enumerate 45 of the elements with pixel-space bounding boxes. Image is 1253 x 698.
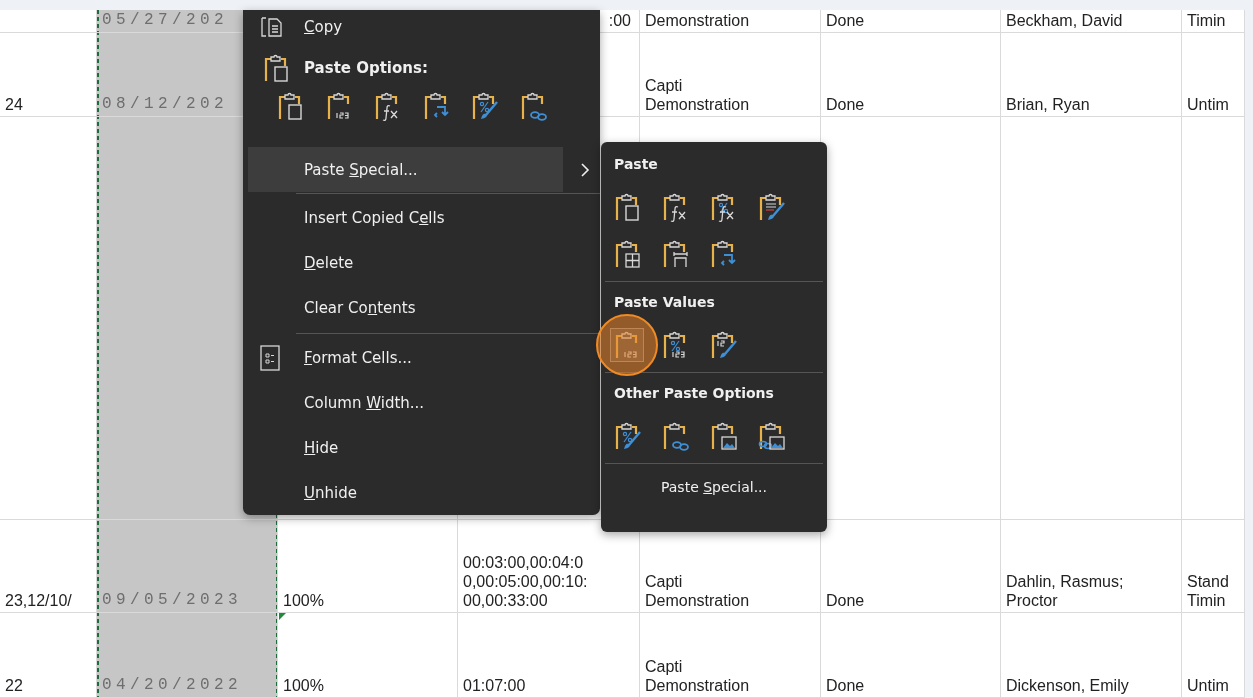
menu-item[interactable]: Copy	[304, 18, 343, 36]
menu-item[interactable]: Clear Contents	[304, 298, 416, 317]
cell-text: 100%	[283, 676, 324, 695]
cell-text: Beckham, David	[1006, 11, 1123, 30]
cell-text: 24	[5, 95, 23, 114]
date-text: 08/12/202	[102, 95, 228, 114]
submenu-heading: Other Paste Options	[613, 385, 775, 403]
cell-text: Timin	[1187, 11, 1226, 30]
cell-text: Untim	[1187, 95, 1229, 114]
cell-text: Capti Demonstration	[645, 657, 751, 695]
cell-text: 01:07:00	[463, 676, 526, 695]
date-text: 04/20/2022	[102, 676, 242, 695]
menu-item[interactable]: Insert Copied Cells	[304, 208, 445, 227]
cell-text: 23,12/10/	[5, 591, 72, 610]
cell-text: Stand Timin	[1187, 572, 1230, 610]
cell-text: Dickenson, Emily	[1006, 676, 1129, 695]
menu-item[interactable]: Paste Special...	[304, 160, 418, 179]
cell-text: Capti Demonstration	[645, 572, 751, 610]
cell-text: Dahlin, Rasmus; Proctor	[1006, 572, 1125, 610]
chevron-right-icon	[580, 162, 590, 177]
cell-text: Done	[826, 95, 865, 114]
cell-text: Untim	[1187, 676, 1229, 695]
menu-item[interactable]: Format Cells...	[304, 348, 412, 367]
cell-text: Done	[826, 676, 865, 695]
cell-text: Brian, Ryan	[1006, 95, 1090, 114]
menu-item[interactable]: Column Width...	[304, 393, 425, 412]
cell-text: Demonstration	[645, 11, 750, 30]
cell-text: Done	[826, 591, 865, 610]
cell-text: Done	[826, 11, 865, 30]
cell-text: 00:03:00,00:04:00,00:05:00,00:10:00,00:33:00	[463, 553, 589, 610]
menu-item[interactable]: Unhide	[304, 483, 357, 502]
cell-text: Capti Demonstration	[645, 76, 751, 114]
cell-text: :00	[608, 11, 631, 30]
paste-special-link[interactable]: Paste Special...	[654, 476, 773, 498]
menu-item[interactable]: Delete	[304, 253, 354, 272]
cell-text: 100%	[283, 591, 324, 610]
cell-text: 22	[5, 676, 23, 695]
submenu-heading: Paste	[613, 156, 659, 174]
clipboard-numbers-icon[interactable]	[610, 328, 644, 362]
menu-item[interactable]: Hide	[304, 438, 339, 457]
menu-heading: Paste Options:	[304, 59, 428, 77]
date-text: 09/05/2023	[102, 591, 242, 610]
date-text: 05/27/202	[102, 11, 228, 30]
submenu-heading: Paste Values	[613, 294, 716, 312]
format-cells-icon	[260, 344, 280, 371]
